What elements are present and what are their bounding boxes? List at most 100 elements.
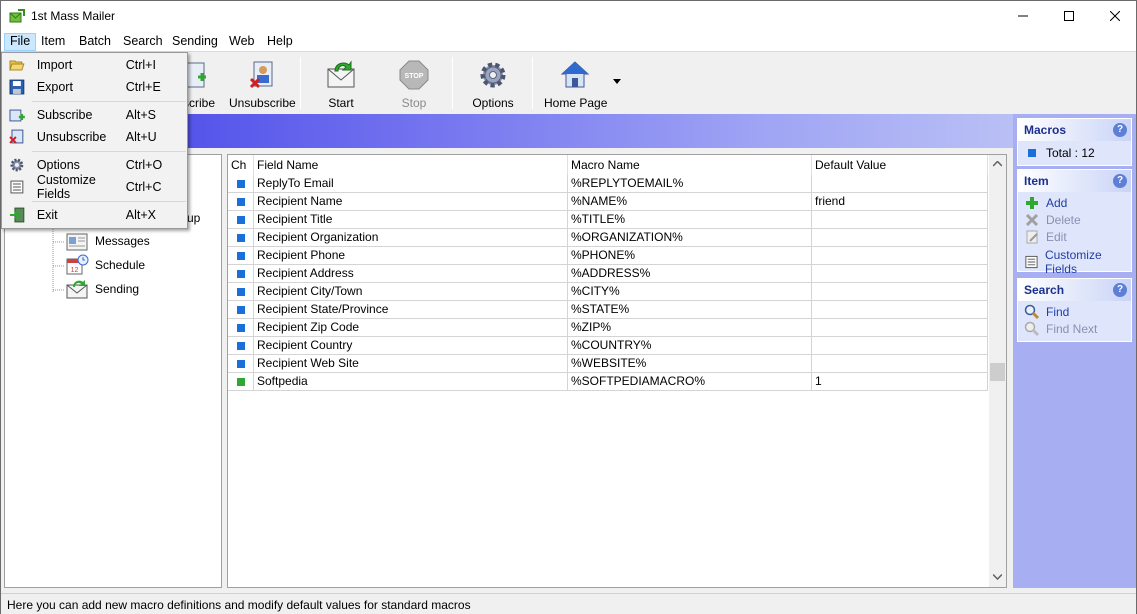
default-value-cell[interactable] — [812, 319, 988, 337]
column-header-default-value[interactable]: Default Value — [812, 155, 988, 175]
menu-web[interactable]: Web — [224, 33, 259, 51]
macro-name-cell[interactable]: %STATE% — [568, 301, 812, 319]
field-name-cell[interactable]: ReplyTo Email — [254, 175, 568, 193]
macro-name-cell[interactable]: %TITLE% — [568, 211, 812, 229]
scroll-up-icon[interactable] — [993, 161, 1002, 167]
table-row[interactable]: Recipient Name %NAME% friend — [228, 193, 990, 211]
row-check-cell[interactable] — [228, 283, 254, 301]
maximize-button[interactable] — [1046, 1, 1092, 31]
field-name-cell[interactable]: Recipient Organization — [254, 229, 568, 247]
menu-help[interactable]: Help — [262, 33, 298, 51]
find-link[interactable]: Find — [1018, 303, 1131, 320]
field-name-cell[interactable]: Recipient State/Province — [254, 301, 568, 319]
help-icon[interactable]: ? — [1113, 283, 1127, 297]
default-value-cell[interactable] — [812, 355, 988, 373]
vertical-scrollbar[interactable] — [989, 155, 1006, 587]
field-name-cell[interactable]: Softpedia — [254, 373, 568, 391]
help-icon[interactable]: ? — [1113, 174, 1127, 188]
row-check-cell[interactable] — [228, 355, 254, 373]
field-name-cell[interactable]: Recipient Name — [254, 193, 568, 211]
row-check-cell[interactable] — [228, 265, 254, 283]
scrollbar-thumb[interactable] — [990, 363, 1005, 381]
macro-name-cell[interactable]: %PHONE% — [568, 247, 812, 265]
table-row[interactable]: Recipient Organization %ORGANIZATION% — [228, 229, 990, 247]
default-value-cell[interactable] — [812, 283, 988, 301]
table-row[interactable]: Recipient Address %ADDRESS% — [228, 265, 990, 283]
menu-item[interactable]: Item — [36, 33, 70, 51]
table-row[interactable]: Recipient City/Town %CITY% — [228, 283, 990, 301]
tree-node-schedule[interactable]: 12 Schedule — [65, 254, 145, 276]
field-name-cell[interactable]: Recipient Zip Code — [254, 319, 568, 337]
find-next-link[interactable]: Find Next — [1018, 320, 1131, 337]
field-name-cell[interactable]: Recipient Phone — [254, 247, 568, 265]
field-name-cell[interactable]: Recipient Country — [254, 337, 568, 355]
default-value-cell[interactable] — [812, 301, 988, 319]
macro-name-cell[interactable]: %NAME% — [568, 193, 812, 211]
menu-item-export[interactable]: Export Ctrl+E — [4, 76, 185, 98]
row-check-cell[interactable] — [228, 337, 254, 355]
table-row[interactable]: Recipient Web Site %WEBSITE% — [228, 355, 990, 373]
stop-button[interactable]: STOP Stop — [389, 59, 439, 110]
default-value-cell[interactable] — [812, 337, 988, 355]
close-button[interactable] — [1092, 1, 1137, 31]
macro-name-cell[interactable]: %ADDRESS% — [568, 265, 812, 283]
row-check-cell[interactable] — [228, 373, 254, 391]
add-link[interactable]: Add — [1018, 194, 1131, 211]
scroll-down-icon[interactable] — [993, 574, 1002, 580]
default-value-cell[interactable] — [812, 247, 988, 265]
delete-link[interactable]: Delete — [1018, 211, 1131, 228]
row-check-cell[interactable] — [228, 301, 254, 319]
macro-name-cell[interactable]: %REPLYTOEMAIL% — [568, 175, 812, 193]
table-row[interactable]: Recipient Title %TITLE% — [228, 211, 990, 229]
menu-item-unsubscribe[interactable]: Unsubscribe Alt+U — [4, 126, 185, 148]
default-value-cell[interactable] — [812, 175, 988, 193]
unsubscribe-button[interactable]: Unsubscribe — [229, 59, 296, 110]
start-button[interactable]: Start — [316, 59, 366, 110]
minimize-button[interactable] — [1000, 1, 1046, 31]
field-name-cell[interactable]: Recipient Web Site — [254, 355, 568, 373]
tree-node-messages[interactable]: Messages — [65, 230, 150, 252]
field-name-cell[interactable]: Recipient Title — [254, 211, 568, 229]
home-page-button[interactable]: Home Page — [544, 59, 607, 110]
help-icon[interactable]: ? — [1113, 123, 1127, 137]
default-value-cell[interactable]: 1 — [812, 373, 988, 391]
tree-node-partial[interactable]: up — [187, 211, 200, 225]
default-value-cell[interactable] — [812, 265, 988, 283]
options-button[interactable]: Options — [468, 59, 518, 110]
menu-search[interactable]: Search — [118, 33, 168, 51]
default-value-cell[interactable]: friend — [812, 193, 988, 211]
macro-name-cell[interactable]: %ZIP% — [568, 319, 812, 337]
row-check-cell[interactable] — [228, 175, 254, 193]
menu-item-customize-fields[interactable]: Customize Fields Ctrl+C — [4, 173, 185, 201]
customize-fields-link[interactable]: Customize Fields — [1018, 248, 1131, 276]
table-row[interactable]: Recipient Phone %PHONE% — [228, 247, 990, 265]
macro-name-cell[interactable]: %SOFTPEDIAMACRO% — [568, 373, 812, 391]
macro-name-cell[interactable]: %COUNTRY% — [568, 337, 812, 355]
macro-name-cell[interactable]: %WEBSITE% — [568, 355, 812, 373]
menu-item-exit[interactable]: Exit Alt+X — [4, 204, 185, 226]
macro-name-cell[interactable]: %ORGANIZATION% — [568, 229, 812, 247]
column-header-ch[interactable]: Ch — [228, 155, 254, 175]
row-check-cell[interactable] — [228, 193, 254, 211]
row-check-cell[interactable] — [228, 211, 254, 229]
table-row[interactable]: Softpedia %SOFTPEDIAMACRO% 1 — [228, 373, 990, 391]
menu-sending[interactable]: Sending — [167, 33, 223, 51]
field-name-cell[interactable]: Recipient City/Town — [254, 283, 568, 301]
chevron-down-icon[interactable] — [613, 79, 621, 85]
row-check-cell[interactable] — [228, 247, 254, 265]
row-check-cell[interactable] — [228, 319, 254, 337]
menu-batch[interactable]: Batch — [74, 33, 116, 51]
table-row[interactable]: Recipient State/Province %STATE% — [228, 301, 990, 319]
column-header-field-name[interactable]: Field Name — [254, 155, 568, 175]
table-row[interactable]: Recipient Zip Code %ZIP% — [228, 319, 990, 337]
menu-item-subscribe[interactable]: Subscribe Alt+S — [4, 104, 185, 126]
tree-node-sending[interactable]: Sending — [65, 278, 139, 300]
field-name-cell[interactable]: Recipient Address — [254, 265, 568, 283]
table-row[interactable]: ReplyTo Email %REPLYTOEMAIL% — [228, 175, 990, 193]
macro-name-cell[interactable]: %CITY% — [568, 283, 812, 301]
row-check-cell[interactable] — [228, 229, 254, 247]
table-row[interactable]: Recipient Country %COUNTRY% — [228, 337, 990, 355]
menu-item-import[interactable]: Import Ctrl+I — [4, 54, 185, 76]
edit-link[interactable]: Edit — [1018, 228, 1131, 245]
default-value-cell[interactable] — [812, 229, 988, 247]
